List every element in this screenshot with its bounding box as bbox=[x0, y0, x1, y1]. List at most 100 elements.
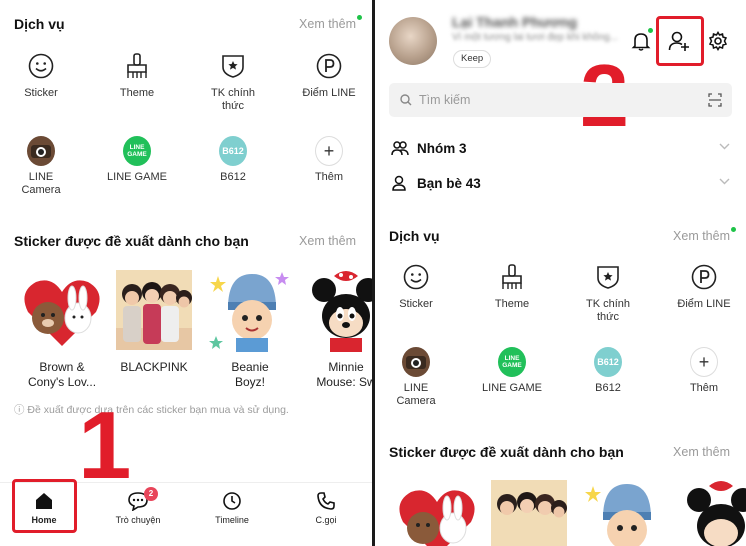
sticker-section-title: Sticker được đề xuất dành cho bạn bbox=[14, 233, 249, 249]
blackpink-sticker-image bbox=[112, 268, 196, 352]
line-camera-icon bbox=[402, 347, 430, 377]
sticker-minnie-mouse[interactable]: Minnie Mouse: Sw bbox=[302, 268, 372, 390]
new-dot bbox=[648, 28, 653, 33]
service-official-account[interactable]: TK chính thức bbox=[188, 52, 278, 113]
clock-icon bbox=[196, 491, 268, 511]
service-line-points[interactable]: Điểm LINE bbox=[284, 52, 372, 100]
service-b612[interactable]: B612 B612 bbox=[188, 136, 278, 184]
chat-icon: 2 bbox=[102, 487, 174, 512]
line-game-logo: LINE GAME bbox=[498, 347, 526, 377]
service-label: Thêm bbox=[314, 171, 344, 183]
sticker-blackpink[interactable]: BLACKPINK bbox=[110, 268, 198, 375]
service-label: B612 bbox=[595, 382, 621, 394]
sticker-name-line1: BLACKPINK bbox=[120, 360, 188, 374]
service-sticker[interactable]: Sticker bbox=[375, 263, 461, 311]
sticker-minnie-mouse[interactable] bbox=[677, 478, 746, 546]
avatar[interactable] bbox=[389, 17, 437, 65]
sticker-section-header: Sticker được đề xuất dành cho bạn Xem th… bbox=[14, 233, 362, 253]
friends-label: Bạn bè 43 bbox=[417, 176, 481, 191]
scan-qr-icon[interactable] bbox=[708, 93, 722, 107]
service-line-game[interactable]: LINE GAME LINE GAME bbox=[92, 136, 182, 184]
beanie-boyz-sticker-image bbox=[583, 478, 667, 546]
b612-icon: B612 bbox=[219, 136, 247, 166]
sticker-brown-cony[interactable]: Brown & Cony's Lov... bbox=[18, 268, 106, 390]
sticker-beanie-boyz[interactable] bbox=[581, 478, 669, 546]
services-header: Dịch vụ Xem thêm bbox=[389, 227, 736, 248]
minnie-mouse-sticker-image bbox=[304, 268, 372, 352]
chevron-down-icon bbox=[719, 178, 730, 185]
sticker-blackpink[interactable] bbox=[485, 478, 573, 546]
settings-icon[interactable] bbox=[708, 31, 728, 56]
annotation-number-1: 1 bbox=[78, 392, 132, 499]
sticker-name-line2: Boyz! bbox=[234, 375, 265, 389]
nav-timeline[interactable]: Timeline bbox=[196, 491, 268, 525]
stickers-see-more-link[interactable]: Xem thêm bbox=[673, 445, 730, 459]
profile-status: Vì một tương lai tươi đẹp khi không... bbox=[452, 32, 619, 43]
groups-row[interactable]: Nhóm 3 bbox=[389, 137, 732, 161]
service-label: Sticker bbox=[24, 87, 58, 99]
line-game-icon: LINE GAME bbox=[123, 136, 151, 166]
profile-name[interactable]: Lại Thanh Phương bbox=[452, 14, 577, 30]
minnie-mouse-sticker-image bbox=[679, 478, 746, 546]
service-b612[interactable]: B612 B612 bbox=[563, 347, 653, 395]
nav-label: C.gọi bbox=[315, 515, 337, 525]
smiley-icon bbox=[27, 52, 55, 80]
service-theme[interactable]: Theme bbox=[92, 52, 182, 100]
service-more[interactable]: + Thêm bbox=[659, 347, 746, 395]
home-highlight-box bbox=[12, 479, 77, 533]
service-more[interactable]: + Thêm bbox=[284, 136, 372, 184]
bell-icon[interactable] bbox=[631, 28, 653, 56]
nav-chats[interactable]: 2 Trò chuyện bbox=[102, 487, 174, 525]
service-label: Điểm LINE bbox=[677, 298, 731, 310]
service-label: Theme bbox=[119, 87, 155, 99]
new-dot bbox=[357, 15, 362, 20]
sticker-name-line1: Minnie bbox=[328, 360, 364, 374]
official-shield-icon bbox=[219, 52, 247, 80]
services-see-more-link[interactable]: Xem thêm bbox=[299, 17, 356, 31]
service-label: LINE Camera bbox=[21, 171, 61, 196]
new-dot bbox=[731, 227, 736, 232]
brown-cony-sticker-image bbox=[20, 268, 104, 352]
groups-label: Nhóm 3 bbox=[417, 141, 467, 156]
plus-icon: + bbox=[690, 347, 718, 377]
service-label: Điểm LINE bbox=[302, 87, 356, 99]
b612-logo: B612 bbox=[594, 347, 622, 377]
service-line-camera[interactable]: LINE Camera bbox=[0, 136, 86, 197]
search-icon bbox=[400, 94, 412, 106]
smiley-icon bbox=[402, 263, 430, 291]
sticker-beanie-boyz[interactable]: Beanie Boyz! bbox=[206, 268, 294, 390]
service-theme[interactable]: Theme bbox=[467, 263, 557, 311]
blackpink-sticker-image bbox=[487, 478, 571, 546]
keep-button[interactable]: Keep bbox=[453, 50, 492, 68]
b612-logo: B612 bbox=[219, 136, 247, 166]
brush-icon bbox=[498, 263, 526, 291]
sticker-name-line1: Beanie bbox=[231, 360, 269, 374]
services-title: Dịch vụ bbox=[389, 228, 440, 244]
service-label: LINE GAME bbox=[482, 382, 542, 394]
chevron-down-icon bbox=[719, 143, 730, 150]
friends-row[interactable]: Bạn bè 43 bbox=[389, 172, 732, 196]
service-line-camera[interactable]: LINE Camera bbox=[375, 347, 461, 408]
service-label: Thêm bbox=[689, 382, 719, 394]
service-label: LINE GAME bbox=[107, 171, 167, 183]
service-line-points[interactable]: Điểm LINE bbox=[659, 263, 746, 311]
service-line-game[interactable]: LINE GAME LINE GAME bbox=[467, 347, 557, 395]
search-input[interactable]: Tìm kiếm bbox=[389, 83, 732, 117]
sticker-brown-cony[interactable] bbox=[393, 478, 481, 546]
service-sticker[interactable]: Sticker bbox=[0, 52, 86, 100]
service-label: Sticker bbox=[399, 298, 433, 310]
beanie-boyz-sticker-image bbox=[208, 268, 292, 352]
points-icon bbox=[690, 263, 718, 291]
search-placeholder: Tìm kiếm bbox=[419, 93, 471, 107]
services-see-more-link[interactable]: Xem thêm bbox=[673, 229, 730, 243]
nav-label: Timeline bbox=[215, 515, 249, 525]
sticker-name-line2: Mouse: Sw bbox=[316, 375, 372, 389]
plus-icon: + bbox=[315, 136, 343, 166]
nav-calls[interactable]: C.gọi bbox=[290, 491, 362, 525]
brush-icon bbox=[123, 52, 151, 80]
home-screen: Dịch vụ Xem thêm Sticker Theme TK chính … bbox=[0, 0, 372, 546]
stickers-see-more-link[interactable]: Xem thêm bbox=[299, 234, 356, 248]
nav-label: Trò chuyện bbox=[115, 515, 161, 525]
friends-screen: Lại Thanh Phương Vì một tương lai tươi đ… bbox=[375, 0, 746, 546]
service-official-account[interactable]: TK chính thức bbox=[563, 263, 653, 324]
